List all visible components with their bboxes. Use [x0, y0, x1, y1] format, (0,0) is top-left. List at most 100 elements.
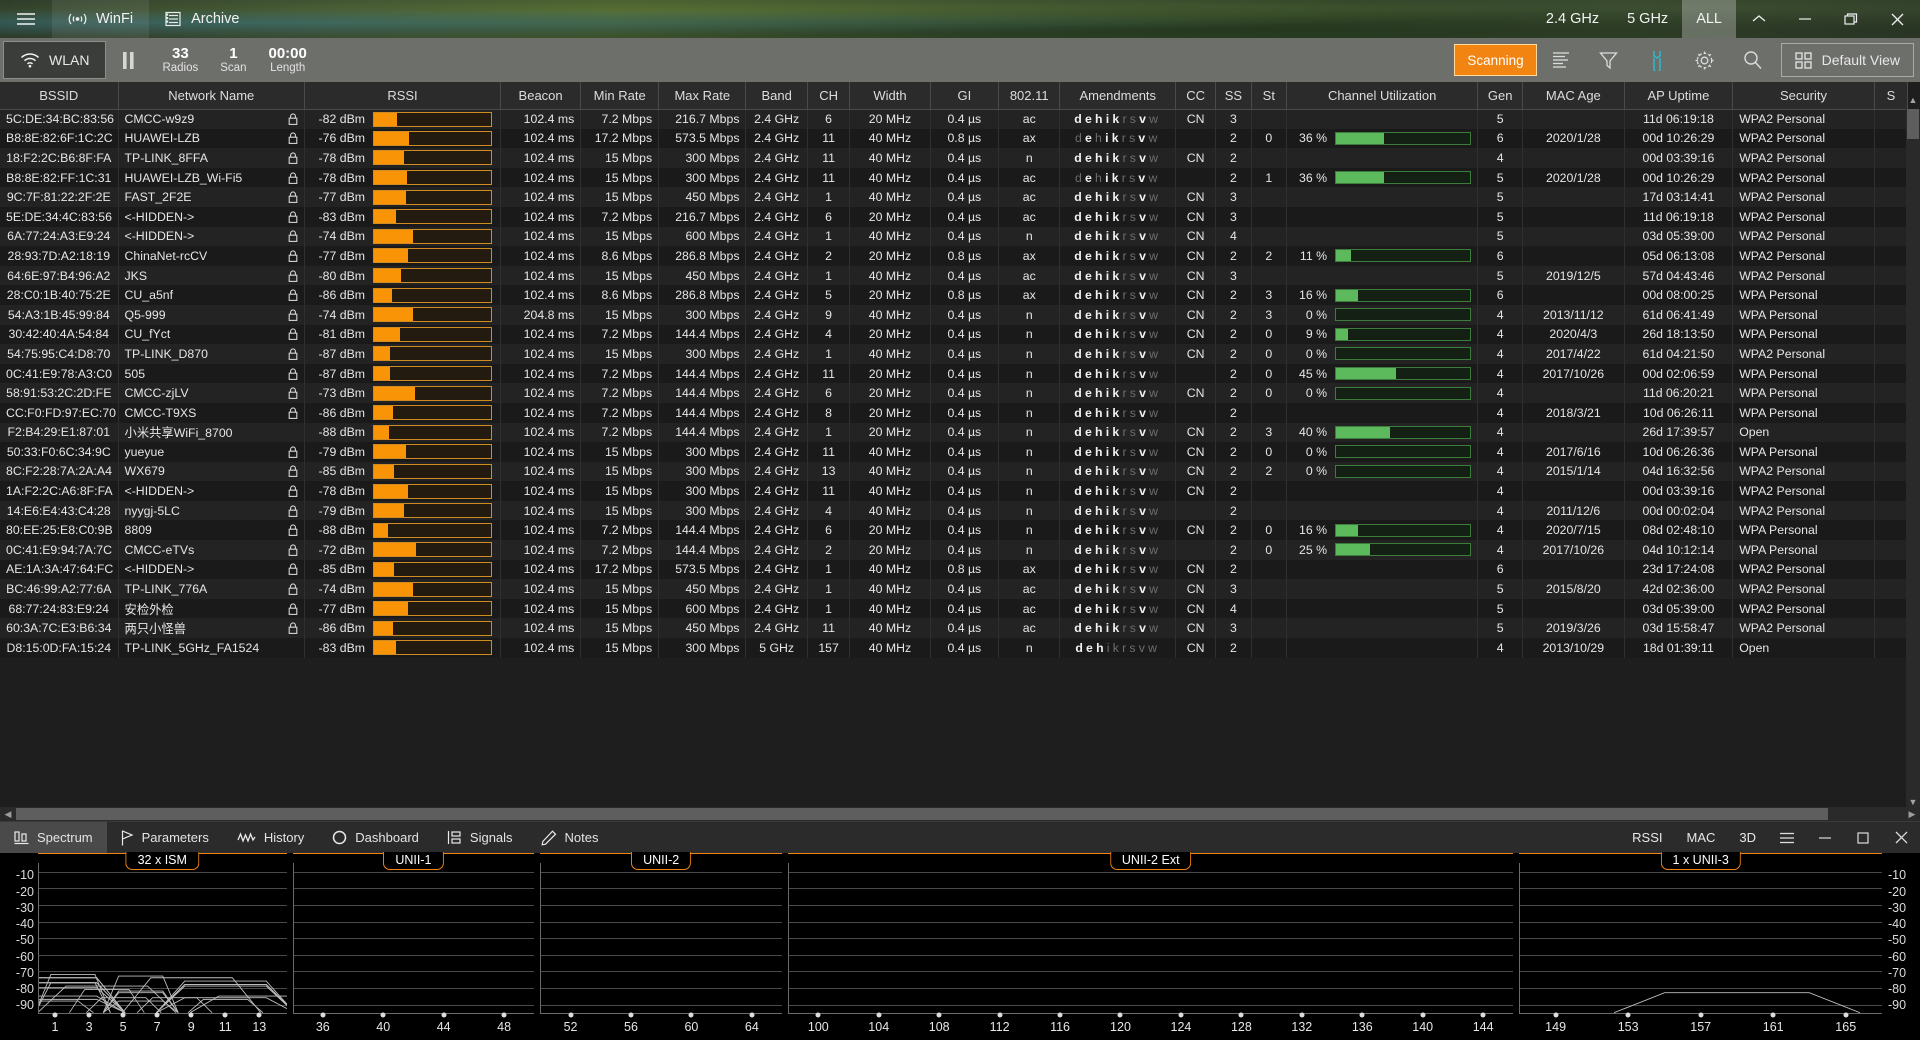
y-axis-tick: -10: [1888, 868, 1907, 883]
table-vertical-scrollbar[interactable]: ▲ ▼: [1906, 95, 1920, 808]
column-header-util[interactable]: Channel Utilization: [1286, 82, 1479, 110]
table-row[interactable]: 28:93:7D:A2:18:19 ChinaNet-rcCV -77 dBm 102…: [0, 246, 1909, 266]
scroll-down-arrow[interactable]: ▼: [1906, 797, 1920, 807]
column-header-ss[interactable]: SS: [1215, 82, 1252, 110]
band-filter-24ghz[interactable]: 2.4 GHz: [1532, 0, 1613, 38]
table-row[interactable]: CC:F0:FD:97:EC:70 CMCC-T9XS -86 dBm 102.4 m…: [0, 402, 1909, 423]
settings-button[interactable]: [1681, 38, 1729, 82]
column-header-dot11[interactable]: 802.11: [998, 82, 1061, 110]
cell-amendments: dehikrsvw: [1059, 618, 1177, 639]
tools-button[interactable]: [1633, 38, 1681, 82]
column-header-bssid[interactable]: BSSID: [0, 82, 119, 110]
app-tab-winfi[interactable]: WinFi: [52, 0, 150, 38]
column-header-gi[interactable]: GI: [930, 82, 1000, 110]
table-row[interactable]: 1A:F2:2C:A6:8F:FA <-HIDDEN-> -78 dBm 102.4 …: [0, 481, 1909, 501]
table-row[interactable]: 80:EE:25:E8:C0:9B 8809 -88 dBm 102.4 ms 7.2 …: [0, 520, 1909, 541]
horizontal-scroll-thumb[interactable]: [16, 808, 1829, 821]
column-header-max_rate[interactable]: Max Rate: [658, 82, 747, 110]
table-row[interactable]: B8:8E:82:FF:1C:31 HUAWEI-LZB_Wi-Fi5 -78 dB…: [0, 167, 1909, 188]
collapse-ribbon-button[interactable]: [1736, 0, 1782, 38]
minimize-button[interactable]: [1782, 0, 1828, 38]
default-view-button[interactable]: Default View: [1780, 43, 1914, 77]
table-row[interactable]: 5C:DE:34:BC:83:56 CMCC-w9z9 -82 dBm 102.4 m…: [0, 109, 1909, 129]
column-header-beacon[interactable]: Beacon: [500, 82, 582, 110]
table-row[interactable]: 28:C0:1B:40:75:2E CU_a5nf -86 dBm 102.4 ms 8…: [0, 285, 1909, 305]
table-row[interactable]: 54:A3:1B:45:99:84 Q5-999 -74 dBm 204.8 ms 15…: [0, 304, 1909, 325]
column-header-name[interactable]: Network Name: [118, 82, 306, 110]
band-plot-area[interactable]: [38, 863, 287, 1014]
cell-util: [1286, 638, 1479, 658]
column-header-band[interactable]: Band: [745, 82, 808, 110]
table-row[interactable]: 54:75:95:C4:D8:70 TP-LINK_D870 -87 dBm 102.…: [0, 344, 1909, 364]
table-row[interactable]: F2:B4:29:E1:87:01 小米共享WiFi_8700 -88 dBm 102…: [0, 422, 1909, 443]
table-row[interactable]: 14:E6:E4:43:C4:28 nyygj-5LC -79 dBm 102.4 m…: [0, 500, 1909, 521]
band-plot-area[interactable]: [1519, 863, 1882, 1014]
column-header-gen[interactable]: Gen: [1477, 82, 1524, 110]
band-filter-5ghz[interactable]: 5 GHz: [1613, 0, 1682, 38]
band-filter-all[interactable]: ALL: [1682, 0, 1736, 38]
table-horizontal-scrollbar[interactable]: ◀ ▶: [0, 807, 1920, 822]
column-header-st[interactable]: St: [1251, 82, 1288, 110]
table-row[interactable]: 0C:41:E9:94:7A:7C CMCC-eTVs -72 dBm 102.4 m…: [0, 540, 1909, 560]
tab-signals[interactable]: Signals: [433, 822, 527, 853]
wlan-adapter-button[interactable]: WLAN: [3, 41, 107, 79]
band-plot-area[interactable]: [292, 863, 535, 1014]
column-header-mac_age[interactable]: MAC Age: [1522, 82, 1625, 110]
search-button[interactable]: [1729, 38, 1777, 82]
tab-history[interactable]: History: [223, 822, 318, 853]
tab-notes[interactable]: Notes: [527, 822, 613, 853]
table-row[interactable]: 5E:DE:34:4C:83:56 <-HIDDEN-> -83 dBm 102.4 …: [0, 206, 1909, 227]
table-row[interactable]: 68:77:24:83:E9:24 安检外检 -77 dBm 102.4 ms 15 M…: [0, 598, 1909, 619]
column-header-ap_uptime[interactable]: AP Uptime: [1624, 82, 1734, 110]
restore-button[interactable]: [1828, 0, 1874, 38]
scroll-right-arrow[interactable]: ▶: [1904, 809, 1920, 820]
table-row[interactable]: 30:42:40:4A:54:84 CU_fYct -81 dBm 102.4 ms 7…: [0, 324, 1909, 345]
band-plot-area[interactable]: [540, 863, 783, 1014]
table-row[interactable]: 8C:F2:28:7A:2A:A4 WX679 -85 dBm 102.4 ms 15 …: [0, 461, 1909, 482]
cell-cc: CN: [1175, 442, 1217, 462]
x-axis-tick-label: 124: [1170, 1020, 1192, 1034]
table-row[interactable]: AE:1A:3A:47:64:FC <-HIDDEN-> -85 dBm 102.4 …: [0, 559, 1909, 580]
toggle-rssi[interactable]: RSSI: [1620, 822, 1674, 853]
toggle-3d[interactable]: 3D: [1727, 822, 1768, 853]
scroll-up-arrow[interactable]: ▲: [1906, 95, 1920, 105]
column-header-rssi[interactable]: RSSI: [304, 82, 501, 110]
panel-minimize-button[interactable]: [1806, 822, 1844, 853]
table-row[interactable]: 6A:77:24:A3:E9:24 <-HIDDEN-> -74 dBm 102.4 …: [0, 226, 1909, 247]
table-row[interactable]: 64:6E:97:B4:96:A2 JKS -80 dBm 102.4 ms 15 Mb…: [0, 265, 1909, 286]
table-row[interactable]: B8:8E:82:6F:1C:2C HUAWEI-LZB -76 dBm 102.4 …: [0, 128, 1909, 149]
close-button[interactable]: [1874, 0, 1920, 38]
scroll-left-arrow[interactable]: ◀: [0, 809, 16, 820]
table-row[interactable]: 18:F2:2C:B6:8F:FA TP-LINK_8FFA -78 dBm 102.…: [0, 148, 1909, 168]
column-header-ch[interactable]: CH: [807, 82, 851, 110]
panel-maximize-button[interactable]: [1844, 822, 1882, 853]
column-header-security[interactable]: Security: [1732, 82, 1875, 110]
column-header-s_cut[interactable]: S: [1874, 82, 1909, 110]
panel-close-button[interactable]: [1882, 822, 1920, 853]
tab-spectrum[interactable]: Spectrum: [0, 822, 107, 854]
column-header-min_rate[interactable]: Min Rate: [580, 82, 660, 110]
table-row[interactable]: 50:33:F0:6C:34:9C yueyue -79 dBm 102.4 ms 15…: [0, 442, 1909, 462]
column-header-width[interactable]: Width: [849, 82, 931, 110]
main-menu-button[interactable]: [0, 0, 52, 38]
table-row[interactable]: 58:91:53:2C:2D:FE CMCC-zjLV -73 dBm 102.4 m…: [0, 383, 1909, 403]
archive-tab[interactable]: Archive: [149, 0, 255, 38]
table-row[interactable]: 60:3A:7C:E3:B6:34 两只小怪兽 -86 dBm 102.4 ms 15 …: [0, 618, 1909, 639]
table-row[interactable]: BC:46:99:A2:77:6A TP-LINK_776A -74 dBm 102.…: [0, 579, 1909, 599]
column-header-amendments[interactable]: Amendments: [1059, 82, 1177, 110]
scanning-status-badge[interactable]: Scanning: [1454, 44, 1537, 76]
vertical-scroll-thumb[interactable]: [1907, 109, 1919, 139]
table-row[interactable]: 0C:41:E9:78:A3:C0 505 -87 dBm 102.4 ms 7.2 M…: [0, 363, 1909, 384]
filter-button[interactable]: [1585, 38, 1633, 82]
toggle-mac[interactable]: MAC: [1674, 822, 1727, 853]
band-plot-area[interactable]: [788, 863, 1514, 1014]
pause-scan-button[interactable]: [106, 38, 151, 82]
horizontal-scroll-track[interactable]: [16, 807, 1904, 822]
table-row[interactable]: D8:15:0D:FA:15:24 TP-LINK_5GHz_FA1524 -83 …: [0, 638, 1909, 658]
table-row[interactable]: 9C:7F:81:22:2F:2E FAST_2F2E -77 dBm 102.4 m…: [0, 187, 1909, 207]
tab-parameters[interactable]: Parameters: [107, 822, 223, 853]
sort-columns-button[interactable]: [1537, 38, 1585, 82]
column-header-cc[interactable]: CC: [1175, 82, 1217, 110]
tab-dashboard[interactable]: Dashboard: [318, 822, 433, 853]
panel-menu-button[interactable]: [1768, 822, 1806, 853]
